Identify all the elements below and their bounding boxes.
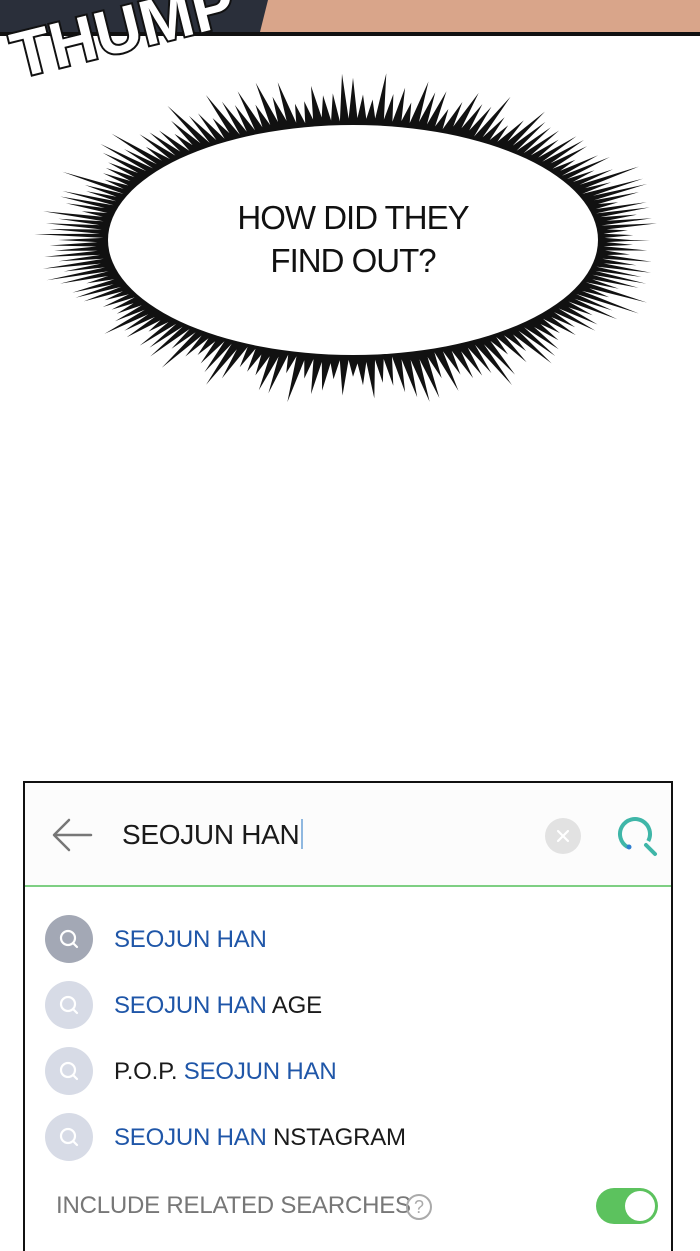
search-panel: SEOJUN HAN SEOJUN HAN SEOJUN HAN AGE P.O.P… <box>23 781 673 1251</box>
suggestion-label: SEOJUN HAN <box>114 925 267 955</box>
suggestion-item[interactable]: P.O.P. SEOJUN HAN <box>45 1045 645 1099</box>
clear-icon[interactable] <box>545 818 581 854</box>
toggle-knob <box>625 1191 655 1221</box>
suggestion-item[interactable]: SEOJUN HAN <box>45 913 645 967</box>
suggestion-extra-text: AGE <box>266 992 322 1019</box>
suggestion-label: P.O.P. SEOJUN HAN <box>114 1057 337 1087</box>
bubble-text: HOW DID THEY FIND OUT? <box>203 196 503 282</box>
top-comic-panel: THUMP <box>0 0 700 94</box>
history-search-icon <box>45 981 93 1029</box>
related-searches-label: INCLUDE RELATED SEARCHES <box>56 1192 411 1219</box>
text-caret <box>301 819 304 849</box>
suggestion-match-text: SEOJUN HAN <box>114 1124 267 1151</box>
related-searches-toggle[interactable] <box>596 1188 658 1224</box>
bubble-line-1: HOW DID THEY <box>237 199 469 236</box>
help-icon[interactable]: ? <box>406 1194 432 1220</box>
suggestion-match-text: SEOJUN HAN <box>114 926 267 953</box>
suggestion-label: SEOJUN HAN NSTAGRAM <box>114 1123 406 1153</box>
search-bar: SEOJUN HAN <box>25 783 671 887</box>
history-search-icon <box>45 1047 93 1095</box>
back-arrow-icon[interactable] <box>51 817 93 853</box>
suggestion-label: SEOJUN HAN AGE <box>114 991 322 1021</box>
history-search-icon <box>45 915 93 963</box>
search-input[interactable]: SEOJUN HAN <box>122 817 304 853</box>
suggestion-item[interactable]: SEOJUN HAN AGE <box>45 979 645 1033</box>
bubble-line-2: FIND OUT? <box>270 242 436 279</box>
suggestion-match-text: SEOJUN HAN <box>114 992 267 1019</box>
suggestion-match-text: SEOJUN HAN <box>183 1058 337 1085</box>
suggestion-item[interactable]: SEOJUN HAN NSTAGRAM <box>45 1111 645 1165</box>
suggestion-extra-text: P.O.P. <box>114 1058 184 1085</box>
history-search-icon <box>45 1113 93 1161</box>
search-query: SEOJUN HAN <box>122 819 300 850</box>
suggestion-extra-text: NSTAGRAM <box>266 1124 406 1151</box>
search-icon[interactable] <box>615 813 661 859</box>
